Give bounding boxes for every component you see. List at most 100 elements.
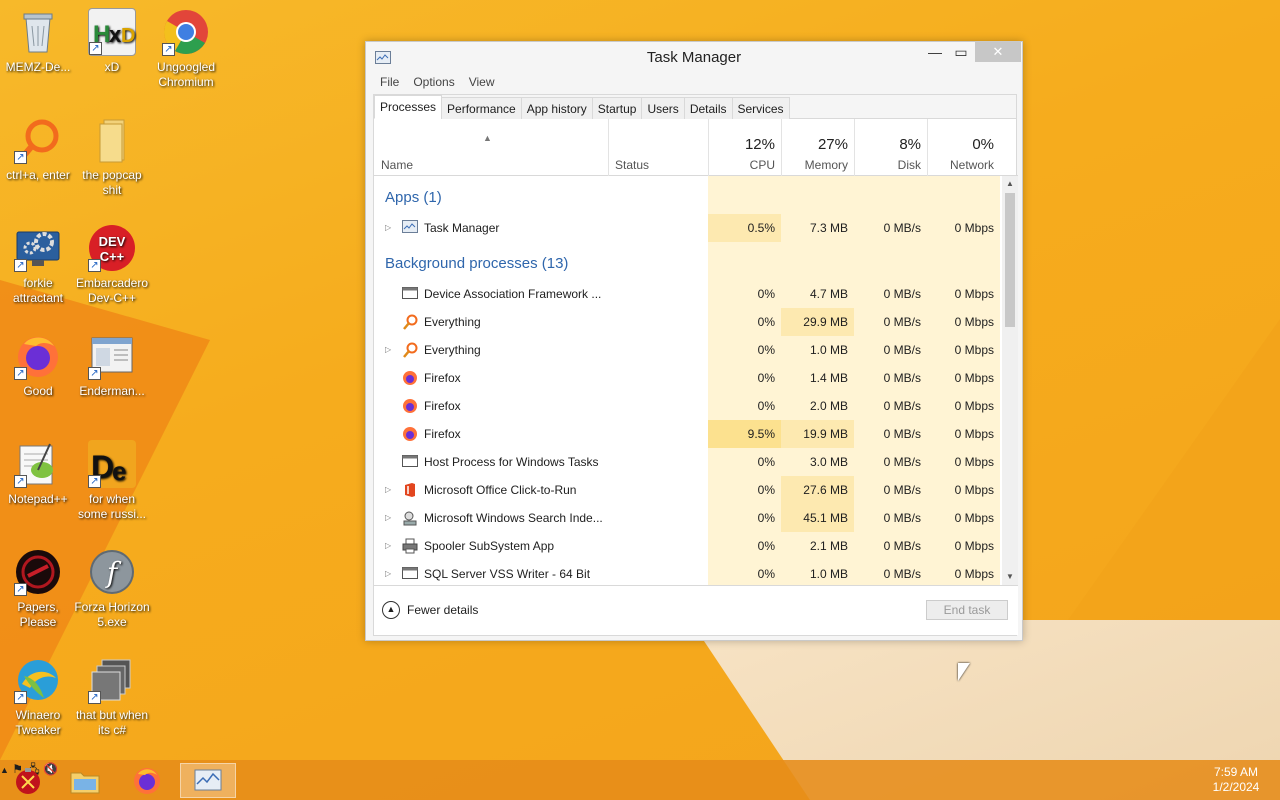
network-cell: 0 Mbps [927, 476, 1000, 504]
table-row[interactable]: Firefox 9.5% 19.9 MB 0 MB/s 0 Mbps [374, 420, 1002, 448]
memory-cell: 7.3 MB [781, 214, 854, 242]
task-manager-window[interactable]: Task Manager — ▭ ✕ File Options View Pro… [365, 41, 1023, 641]
tab-startup[interactable]: Startup [591, 97, 643, 119]
column-header-status[interactable]: Status [608, 119, 708, 176]
desktop-icon-papers-please[interactable]: ↗ Papers, Please [0, 548, 76, 630]
desktop-icon-de[interactable]: De ↗ for when some russi... [74, 440, 150, 522]
desktop-icon-label: Good [23, 384, 53, 398]
network-cell: 0 Mbps [927, 214, 1000, 242]
tab-performance[interactable]: Performance [441, 97, 522, 119]
process-name: Everything [424, 343, 481, 357]
clock[interactable]: 7:59 AM 1/2/2024 [1206, 765, 1266, 795]
svg-text:DEV: DEV [99, 234, 126, 249]
clock-date: 1/2/2024 [1212, 780, 1260, 794]
memory-cell: 4.7 MB [781, 280, 854, 308]
start-orb-icon[interactable] [0, 763, 56, 798]
column-header-network[interactable]: 0% Network [927, 119, 1000, 176]
scroll-down-icon[interactable]: ▼ [1002, 569, 1018, 585]
desktop-icon-winaero[interactable]: ↗ Winaero Tweaker [0, 656, 76, 738]
maximize-button[interactable]: ▭ [948, 42, 974, 62]
network-cell: 0 Mbps [927, 364, 1000, 392]
table-row[interactable]: Firefox 0% 1.4 MB 0 MB/s 0 Mbps [374, 364, 1002, 392]
title-bar[interactable]: Task Manager — ▭ ✕ [366, 42, 1022, 72]
fewer-details-button[interactable]: ▲ Fewer details [382, 601, 478, 619]
disk-cell: 0 MB/s [854, 392, 927, 420]
desktop-icon-forza[interactable]: f Forza Horizon 5.exe [74, 548, 150, 630]
file-explorer-icon[interactable] [57, 763, 113, 798]
disk-cell: 0 MB/s [854, 448, 927, 476]
expand-arrow-icon[interactable]: ▷ [385, 532, 391, 560]
chromium-icon: ↗ [162, 8, 210, 56]
desktop-icon-label: Forza Horizon 5.exe [74, 600, 150, 629]
desktop-icon-xd[interactable]: HxD ↗ xD [74, 8, 150, 75]
desktop-icon-label: Papers, Please [17, 600, 59, 629]
expand-arrow-icon[interactable]: ▷ [385, 214, 391, 242]
desktop-icon-notepadpp[interactable]: ↗ Notepad++ [0, 440, 76, 507]
close-button[interactable]: ✕ [975, 42, 1021, 62]
process-name: SQL Server VSS Writer - 64 Bit [424, 567, 591, 581]
desktop-icon-label: MEMZ-De... [5, 60, 71, 74]
table-row[interactable]: ▷ SQL Server VSS Writer - 64 Bit 0% 1.0 MB 0… [374, 560, 1002, 585]
column-cpu-label: CPU [749, 158, 775, 172]
menu-file[interactable]: File [373, 73, 406, 93]
disk-cell: 0 MB/s [854, 280, 927, 308]
winaero-icon: ↗ [14, 656, 62, 704]
expand-arrow-icon[interactable]: ▷ [385, 504, 391, 532]
minimize-button[interactable]: — [922, 42, 948, 62]
firefox-taskbar-icon[interactable] [119, 763, 175, 798]
desktop-icon-label: forkie attractant [12, 276, 64, 305]
expand-arrow-icon[interactable]: ▷ [385, 336, 391, 364]
column-header-name[interactable]: ▲ Name [374, 119, 608, 176]
scroll-thumb[interactable] [1005, 193, 1015, 327]
end-task-button[interactable]: End task [926, 600, 1008, 620]
desktop-icon-chromium[interactable]: ↗ Ungoogled Chromium [148, 8, 224, 90]
table-row[interactable]: ▷ Microsoft Office Click-to-Run 0% 27.6 MB 0… [374, 476, 1002, 504]
disk-cell: 0 MB/s [854, 420, 927, 448]
menu-options[interactable]: Options [406, 73, 461, 93]
desktop-icon-forkie[interactable]: ↗ forkie attractant [0, 224, 76, 306]
desktop-icon-good[interactable]: ↗ Good [0, 332, 76, 399]
table-row[interactable]: ▷ Microsoft Windows Search Inde... 0% 45.1 … [374, 504, 1002, 532]
cpu-cell: 0% [708, 560, 781, 585]
vertical-scrollbar[interactable]: ▲ ▼ [1002, 176, 1018, 585]
task-manager-taskbar-icon[interactable] [180, 763, 236, 798]
scroll-up-icon[interactable]: ▲ [1002, 176, 1018, 192]
tab-users[interactable]: Users [641, 97, 685, 119]
column-header-cpu[interactable]: 12% CPU [708, 119, 781, 176]
desktop-icon-label: Notepad++ [8, 492, 68, 506]
desktop-icon-memz[interactable]: MEMZ-De... [0, 8, 76, 75]
memory-cell: 2.0 MB [781, 392, 854, 420]
desktop-icon-devcpp[interactable]: DEV C++ ↗ Embarcadero Dev-C++ [74, 224, 150, 306]
service-window-icon [402, 286, 418, 302]
table-row[interactable]: ▷ Spooler SubSystem App 0% 2.1 MB 0 MB/s 0 Mb… [374, 532, 1002, 560]
menu-view[interactable]: View [462, 73, 502, 93]
table-row[interactable]: Firefox 0% 2.0 MB 0 MB/s 0 Mbps [374, 392, 1002, 420]
disk-cell: 0 MB/s [854, 214, 927, 242]
network-cell: 0 Mbps [927, 280, 1000, 308]
tab-app-history[interactable]: App history [520, 97, 593, 119]
group-header[interactable]: Apps (1) [374, 176, 1002, 214]
table-row[interactable]: Device Association Framework ... 0% 4.7 MB… [374, 280, 1002, 308]
expand-arrow-icon[interactable]: ▷ [385, 476, 391, 504]
folder-icon [88, 116, 136, 164]
desktop-icon-popcap[interactable]: the popcap shit [74, 116, 150, 198]
process-name: Microsoft Office Click-to-Run [424, 483, 577, 497]
table-row[interactable]: Host Process for Windows Tasks 0% 3.0 MB 0 … [374, 448, 1002, 476]
table-row[interactable]: ▷ Task Manager 0.5% 7.3 MB 0 MB/s 0 Mbps [374, 214, 1002, 242]
expand-arrow-icon[interactable]: ▷ [385, 560, 391, 585]
desktop-icon-csharp[interactable]: ↗ that but when its c# [74, 656, 150, 738]
table-row[interactable]: ▷ Everything 0% 1.0 MB 0 MB/s 0 Mbps [374, 336, 1002, 364]
disk-cell: 0 MB/s [854, 504, 927, 532]
network-cell: 0 Mbps [927, 532, 1000, 560]
column-header-disk[interactable]: 8% Disk [854, 119, 927, 176]
group-header[interactable]: Background processes (13) [374, 242, 1002, 280]
desktop-icon-ctrl-a-enter[interactable]: ↗ ctrl+a, enter [0, 116, 76, 183]
tab-services[interactable]: Services [731, 97, 790, 119]
table-row[interactable]: Everything 0% 29.9 MB 0 MB/s 0 Mbps [374, 308, 1002, 336]
tab-processes[interactable]: Processes [374, 95, 443, 119]
tab-details[interactable]: Details [683, 97, 733, 119]
desktop-icon-enderman[interactable]: ↗ Enderman... [74, 332, 150, 399]
desktop-icon-label: ctrl+a, enter [6, 168, 70, 182]
column-header-memory[interactable]: 27% Memory [781, 119, 854, 176]
hxd-icon: HxD ↗ [88, 8, 136, 56]
